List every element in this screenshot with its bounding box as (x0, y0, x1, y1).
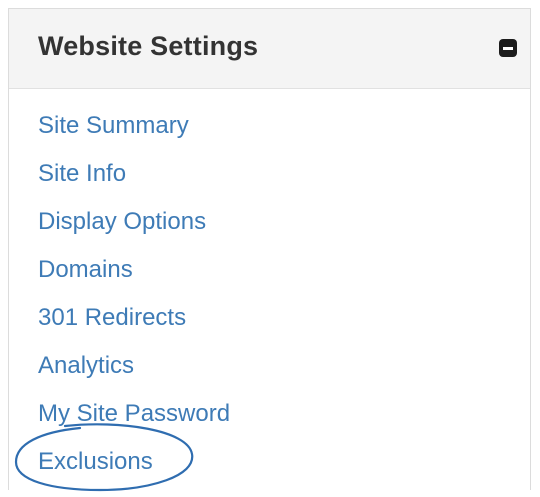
menu-item-site-info: Site Info (38, 157, 230, 205)
menu-item-exclusions: Exclusions (38, 445, 230, 493)
menu-item-my-site-password: My Site Password (38, 397, 230, 445)
exclusions-link[interactable]: Exclusions (38, 448, 153, 475)
my-site-password-link[interactable]: My Site Password (38, 400, 230, 427)
menu-item-display-options: Display Options (38, 205, 230, 253)
minus-bar (503, 47, 513, 50)
analytics-link[interactable]: Analytics (38, 352, 134, 379)
301-redirects-link[interactable]: 301 Redirects (38, 304, 186, 331)
site-summary-link[interactable]: Site Summary (38, 112, 189, 139)
domains-link[interactable]: Domains (38, 256, 133, 283)
site-info-link[interactable]: Site Info (38, 160, 126, 187)
panel-title: Website Settings (38, 31, 259, 61)
menu-item-analytics: Analytics (38, 349, 230, 397)
minus-square-icon[interactable] (499, 39, 517, 57)
settings-menu: Site Summary Site Info Display Options D… (38, 109, 230, 493)
menu-item-site-summary: Site Summary (38, 109, 230, 157)
website-settings-panel: Website Settings Site Summary Site Info … (8, 8, 531, 490)
panel-header: Website Settings (9, 9, 530, 89)
menu-item-301-redirects: 301 Redirects (38, 301, 230, 349)
menu-item-domains: Domains (38, 253, 230, 301)
display-options-link[interactable]: Display Options (38, 208, 206, 235)
